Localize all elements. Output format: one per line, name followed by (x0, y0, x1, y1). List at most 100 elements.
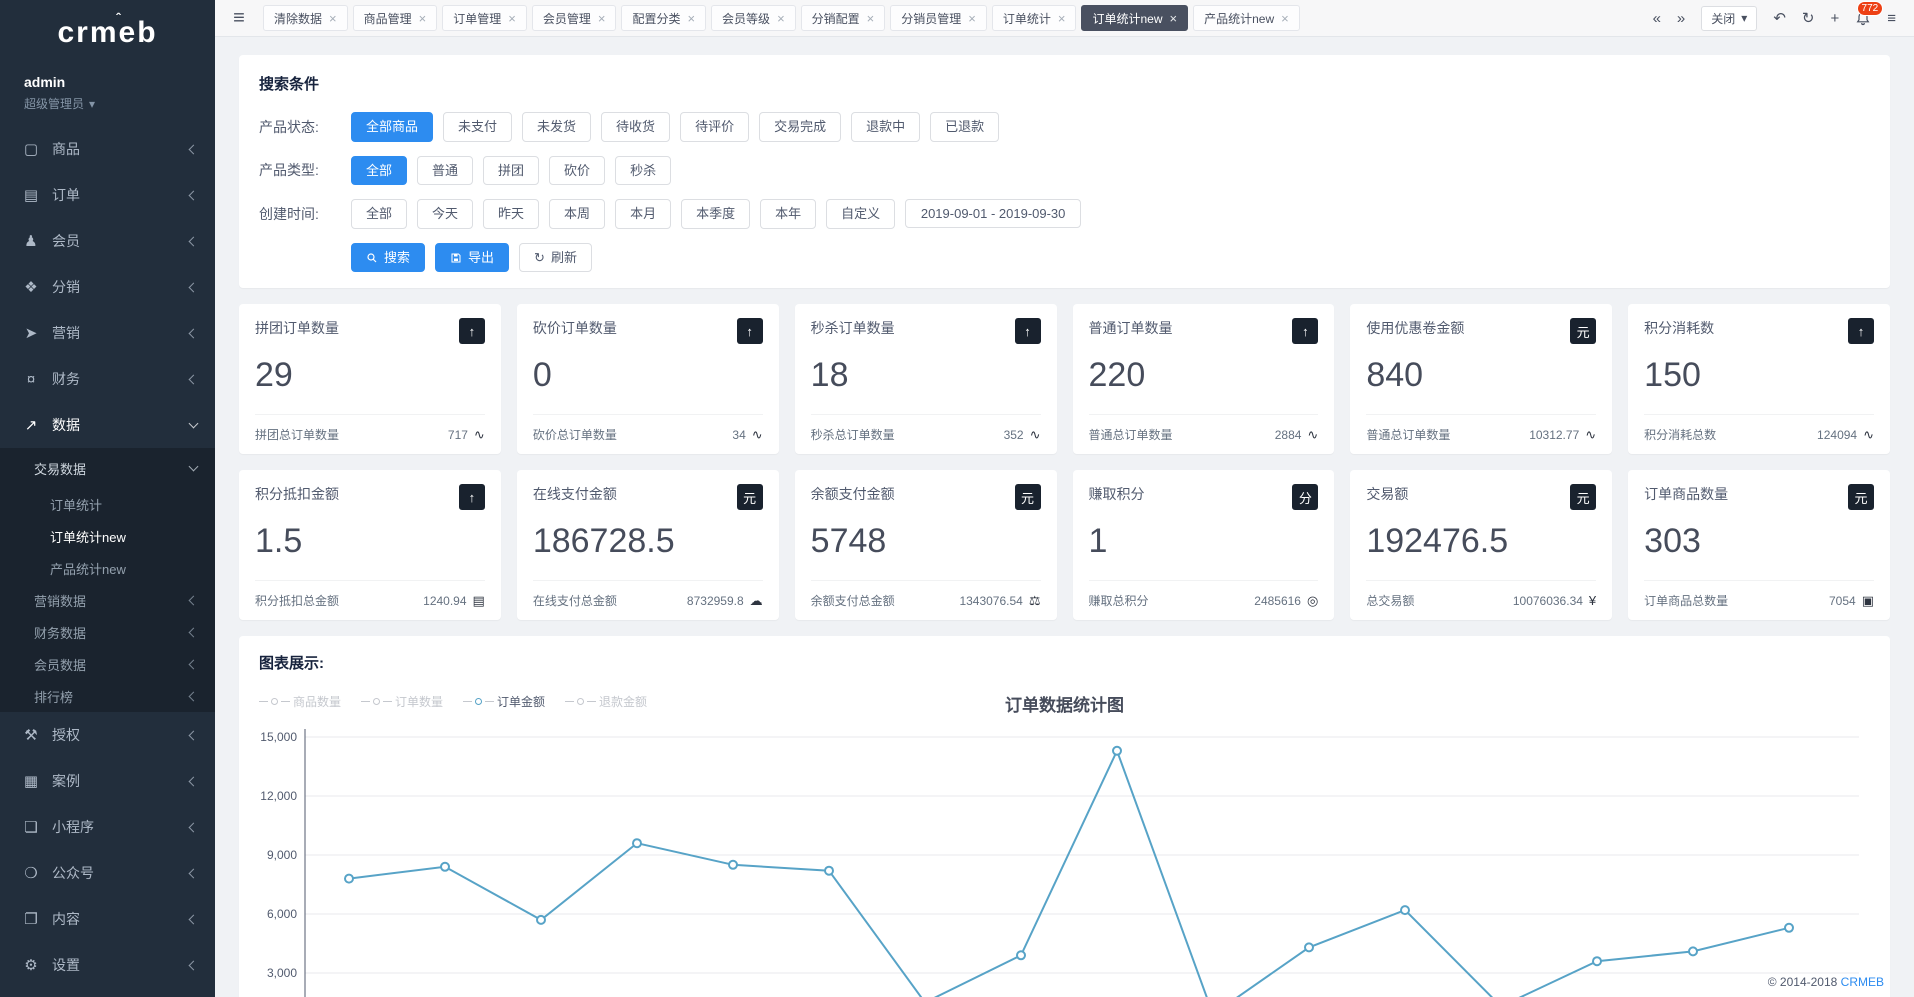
tab-distribution-config[interactable]: 分销配置 × (801, 5, 886, 31)
sidebar-item-data[interactable]: ↗ 数据 (0, 402, 215, 448)
sidebar-item-auth[interactable]: ⚒ 授权 (0, 712, 215, 758)
filter-unpaid-button[interactable]: 未支付 (443, 112, 512, 142)
close-icon[interactable]: × (867, 12, 875, 25)
sidebar-item-marketing-data[interactable]: 营销数据 (0, 584, 215, 616)
export-button[interactable]: 导出 (435, 243, 509, 273)
filter-refunded-button[interactable]: 已退款 (930, 112, 999, 142)
collapse-sidebar-button[interactable]: ≡ (215, 7, 263, 30)
undo-icon[interactable]: ↶ (1773, 11, 1786, 26)
close-icon[interactable]: × (777, 12, 785, 25)
legend-line-icon (281, 701, 290, 702)
close-icon[interactable]: × (419, 12, 427, 25)
crmeb-link[interactable]: CRMEB (1841, 975, 1884, 989)
filter-refunding-button[interactable]: 退款中 (851, 112, 920, 142)
yuan-badge-icon: 元 (1848, 484, 1874, 510)
tab-order-stats[interactable]: 订单统计 × (992, 5, 1077, 31)
time-today-button[interactable]: 今天 (417, 199, 473, 229)
grid-icon: ▦ (22, 772, 40, 790)
notifications-button[interactable]: 772 (1855, 10, 1871, 27)
line-chart-icon: ∿ (1863, 427, 1874, 443)
legend-order-amount[interactable]: 订单金额 (463, 693, 545, 710)
row-label: 产品状态: (259, 117, 351, 137)
tab-bar: ≡ 清除数据 × 商品管理 × 订单管理 × 会员管理 × (215, 0, 1914, 37)
legend-goods-count[interactable]: 商品数量 (259, 693, 341, 710)
filter-all-goods-button[interactable]: 全部商品 (351, 112, 433, 142)
sidebar-item-content[interactable]: ❐ 内容 (0, 896, 215, 942)
type-groupbuy-button[interactable]: 拼团 (483, 156, 539, 186)
sidebar-item-members[interactable]: ♟ 会员 (0, 218, 215, 264)
time-yesterday-button[interactable]: 昨天 (483, 199, 539, 229)
close-icon[interactable]: × (968, 12, 976, 25)
filter-to-receive-button[interactable]: 待收货 (601, 112, 670, 142)
type-normal-button[interactable]: 普通 (417, 156, 473, 186)
list-menu-icon[interactable]: ≡ (1887, 11, 1896, 26)
refresh-icon[interactable]: ↻ (1802, 11, 1815, 26)
legend-order-count[interactable]: 订单数量 (361, 693, 443, 710)
legend-refund-amount[interactable]: 退款金额 (565, 693, 647, 710)
tab-member-manage[interactable]: 会员管理 × (532, 5, 617, 31)
time-custom-button[interactable]: 自定义 (826, 199, 895, 229)
stat-value: 0 (533, 356, 763, 395)
sidebar-item-finance-data[interactable]: 财务数据 (0, 616, 215, 648)
tab-distributor-manage[interactable]: 分销员管理 × (890, 5, 987, 31)
tab-config-category[interactable]: 配置分类 × (621, 5, 706, 31)
sidebar-item-miniprogram[interactable]: ❏ 小程序 (0, 804, 215, 850)
time-week-button[interactable]: 本周 (549, 199, 605, 229)
chevron-left-icon (189, 914, 199, 924)
line-chart-icon: ∿ (1585, 427, 1596, 443)
filter-completed-button[interactable]: 交易完成 (759, 112, 841, 142)
type-all-button[interactable]: 全部 (351, 156, 407, 186)
gear-icon: ⚙ (22, 956, 40, 974)
close-icon[interactable]: × (1170, 12, 1178, 25)
tab-goods-manage[interactable]: 商品管理 × (353, 5, 438, 31)
tab-label: 订单统计new (1092, 10, 1162, 27)
date-range-input[interactable]: 2019-09-01 - 2019-09-30 (905, 199, 1081, 228)
copyright-text: © 2014-2018 (1768, 975, 1838, 989)
sidebar-item-goods[interactable]: ▢ 商品 (0, 126, 215, 172)
sidebar-item-product-stats-new[interactable]: 产品统计new (0, 552, 215, 584)
sidebar-item-official-account[interactable]: ❍ 公众号 (0, 850, 215, 896)
sidebar-item-marketing[interactable]: ➤ 营销 (0, 310, 215, 356)
tab-order-stats-new[interactable]: 订单统计new × (1081, 5, 1188, 31)
time-month-button[interactable]: 本月 (615, 199, 671, 229)
sidebar-item-cases[interactable]: ▦ 案例 (0, 758, 215, 804)
close-tabs-dropdown[interactable]: 关闭 ▾ (1701, 6, 1757, 31)
sidebar-item-finance[interactable]: ¤ 财务 (0, 356, 215, 402)
tab-order-manage[interactable]: 订单管理 × (442, 5, 527, 31)
refresh-button[interactable]: ↻ 刷新 (519, 243, 592, 273)
sidebar-item-member-data[interactable]: 会员数据 (0, 648, 215, 680)
close-icon[interactable]: × (329, 12, 337, 25)
close-icon[interactable]: × (1058, 12, 1066, 25)
arrow-up-badge-icon: ↑ (1015, 318, 1041, 344)
scroll-tabs-left-icon[interactable]: « (1653, 11, 1661, 26)
legend-circle-icon (373, 698, 380, 705)
tab-member-level[interactable]: 会员等级 × (711, 5, 796, 31)
sidebar-item-distribution[interactable]: ❖ 分销 (0, 264, 215, 310)
sidebar-item-order-stats[interactable]: 订单统计 (0, 488, 215, 520)
time-quarter-button[interactable]: 本季度 (681, 199, 750, 229)
tab-clear-data[interactable]: 清除数据 × (263, 5, 348, 31)
sidebar-item-ranking[interactable]: 排行榜 (0, 680, 215, 712)
close-icon[interactable]: × (508, 12, 516, 25)
sidebar-item-order-stats-new[interactable]: 订单统计new (0, 520, 215, 552)
close-icon[interactable]: × (598, 12, 606, 25)
sidebar-item-orders[interactable]: ▤ 订单 (0, 172, 215, 218)
sidebar-item-trade-data[interactable]: 交易数据 (0, 448, 215, 488)
data-chart-icon: ↗ (22, 416, 40, 434)
scroll-tabs-right-icon[interactable]: » (1677, 11, 1685, 26)
sidebar-item-settings[interactable]: ⚙ 设置 (0, 942, 215, 988)
type-bargain-button[interactable]: 砍价 (549, 156, 605, 186)
user-role-dropdown[interactable]: 超级管理员 ▾ (24, 95, 191, 112)
stat-card-normal-orders: 普通订单数量 ↑ 220 普通总订单数量 2884∿ (1073, 304, 1335, 454)
close-icon[interactable]: × (1281, 12, 1289, 25)
official-account-icon: ❍ (22, 864, 40, 882)
filter-to-review-button[interactable]: 待评价 (680, 112, 749, 142)
filter-unshipped-button[interactable]: 未发货 (522, 112, 591, 142)
search-button[interactable]: 搜索 (351, 243, 425, 273)
time-year-button[interactable]: 本年 (760, 199, 816, 229)
type-seckill-button[interactable]: 秒杀 (615, 156, 671, 186)
plus-icon[interactable]: + (1830, 11, 1839, 26)
close-icon[interactable]: × (687, 12, 695, 25)
tab-product-stats-new[interactable]: 产品统计new × (1193, 5, 1300, 31)
time-all-button[interactable]: 全部 (351, 199, 407, 229)
